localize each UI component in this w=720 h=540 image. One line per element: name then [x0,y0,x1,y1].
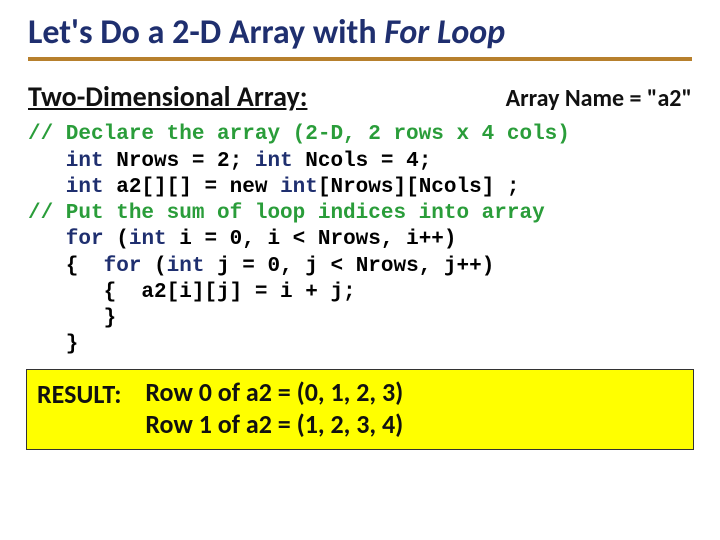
code-text: { [28,255,104,278]
code-text: ( [141,255,166,278]
code-text: { a2[i][j] = i + j; [28,281,356,304]
code-comment-2: // Put the sum of loop indices into arra… [28,202,545,225]
code-text: j = 0, j < Nrows, j++) [204,255,494,278]
code-comment-1: // Declare the array (2-D, 2 rows x 4 co… [28,123,570,146]
slide: Let's Do a 2-D Array with For Loop Two-D… [0,0,720,450]
kw-int: int [255,150,293,173]
array-name-label: Array Name = "a2" [506,84,692,113]
subheading-row: Two-Dimensional Array: Array Name = "a2" [28,79,692,114]
code-text: } [28,307,116,330]
title-italic: For Loop [384,12,505,53]
kw-int: int [28,176,104,199]
section-subhead: Two-Dimensional Array: [28,79,307,114]
kw-for: for [104,255,142,278]
kw-int: int [28,150,104,173]
code-text: Nrows = 2; [104,150,255,173]
kw-for: for [28,228,104,251]
result-box: RESULT: Row 0 of a2 = (0, 1, 2, 3) Row 1… [26,369,694,450]
code-text: i = 0, i < Nrows, i++) [167,228,457,251]
slide-title: Let's Do a 2-D Array with For Loop [28,14,692,51]
result-row-0: Row 0 of a2 = (0, 1, 2, 3) [145,376,403,409]
kw-int: int [129,228,167,251]
result-rows: Row 0 of a2 = (0, 1, 2, 3) Row 1 of a2 =… [145,376,403,441]
code-text: a2[][] = new [104,176,280,199]
result-label: RESULT: [37,376,121,410]
code-text: Ncols = 4; [293,150,432,173]
kw-int: int [167,255,205,278]
code-text: ( [104,228,129,251]
code-text: [Nrows][Ncols] ; [318,176,520,199]
kw-int: int [280,176,318,199]
code-block: // Declare the array (2-D, 2 rows x 4 co… [28,122,692,358]
result-row-1: Row 1 of a2 = (1, 2, 3, 4) [145,408,403,441]
title-rule [28,57,692,61]
code-text: } [28,333,78,356]
title-prefix: Let's Do a 2-D Array with [28,12,384,53]
